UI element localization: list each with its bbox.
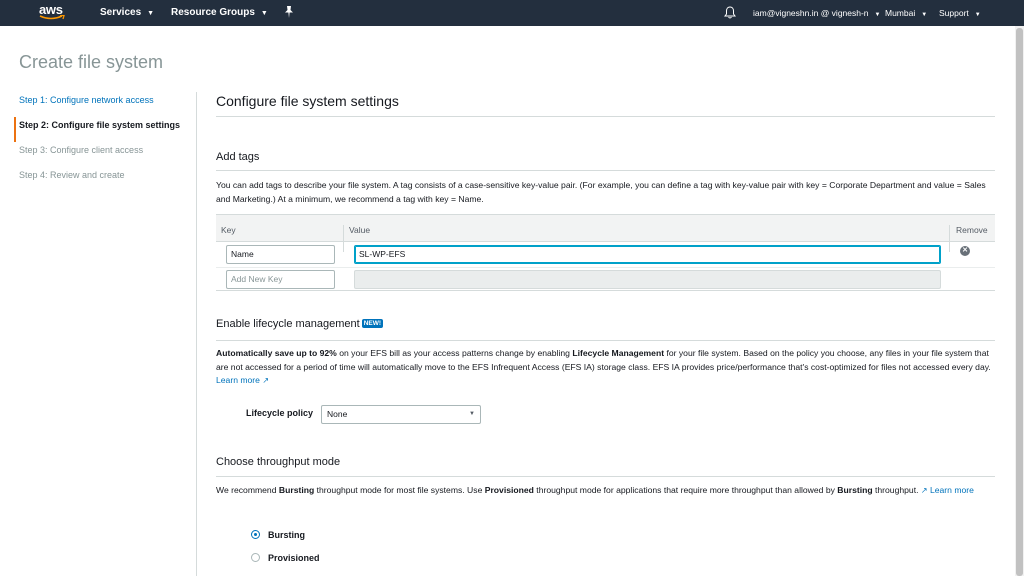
lifecycle-policy-value: None [327,409,348,419]
col-remove-header: Remove [956,225,988,235]
throughput-bold-1: Bursting [278,485,315,495]
chevron-down-icon: ▼ [147,10,155,17]
lifecycle-policy-select[interactable]: None ▼ [321,405,481,424]
scrollbar-thumb[interactable] [1016,28,1023,576]
new-badge: NEW! [361,319,384,328]
throughput-learn-more-link[interactable]: Learn more [930,485,974,495]
external-link-icon: ↗ [262,376,270,385]
resource-groups-label: Resource Groups [171,7,255,18]
remove-tag-icon[interactable]: ✕ [960,246,970,256]
page-scrollbar[interactable] [1015,26,1024,576]
external-link-icon: ↗ [920,486,928,495]
page-title: Create file system [19,52,164,72]
support-label: Support [939,8,969,18]
lifecycle-text-1: on your EFS bill as your access patterns… [336,348,573,358]
throughput-text-1: We recommend [216,485,279,495]
tag-key-input[interactable]: Name [226,245,335,264]
top-nav: aws Services ▼ Resource Groups ▼ iam@vigne… [0,0,1024,26]
services-label: Services [100,7,142,18]
pin-icon[interactable] [284,6,294,21]
bursting-radio[interactable] [251,530,260,539]
region-label: Mumbai [885,8,916,18]
col-value-header: Value [349,225,371,235]
services-menu[interactable]: Services ▼ [100,7,154,18]
aws-logo[interactable]: aws [38,2,66,22]
tags-table: Key Value Remove Name SL-WP-EFS ✕ Add Ne… [216,214,995,291]
row-divider [216,267,995,268]
lifecycle-divider [216,340,995,341]
heading-divider [216,116,995,117]
lifecycle-heading: Enable lifecycle management NEW! [216,318,384,330]
account-label: iam@vigneshn.in @ vignesh-n [753,8,869,18]
col-separator [949,225,950,252]
lifecycle-bold-savings: Automatically save up to 92% [216,348,337,358]
tags-divider [216,170,995,171]
lifecycle-description: Automatically save up to 92% on your EFS… [216,347,995,388]
new-tag-key-input[interactable]: Add New Key [226,270,335,289]
tags-table-header: Key Value Remove [216,215,995,252]
provisioned-radio[interactable] [251,553,260,562]
bursting-label[interactable]: Bursting [268,530,305,540]
section-heading: Configure file system settings [216,93,399,109]
throughput-text-2: throughput mode for most file systems. U… [314,485,485,495]
tag-value-input[interactable]: SL-WP-EFS [354,245,941,264]
lifecycle-learn-more-link[interactable]: Learn more [216,375,260,385]
chevron-down-icon: ▼ [921,12,928,18]
step-1-link[interactable]: Step 1: Configure network access [14,92,194,117]
resource-groups-menu[interactable]: Resource Groups ▼ [171,7,268,18]
smile-icon [39,15,65,20]
step-4-disabled: Step 4: Review and create [19,170,125,180]
chevron-down-icon: ▼ [974,12,981,18]
bell-icon[interactable] [724,6,736,22]
add-tags-heading: Add tags [216,151,260,163]
chevron-down-icon: ▼ [260,10,268,17]
chevron-down-icon: ▼ [469,411,475,417]
step-3-disabled: Step 3: Configure client access [19,145,144,155]
throughput-text-3: throughput mode for applications that re… [533,485,838,495]
support-menu[interactable]: Support ▼ [939,8,981,18]
account-menu[interactable]: iam@vigneshn.in @ vignesh-n ▼ [753,8,881,18]
throughput-description: We recommend Bursting throughput mode fo… [216,484,995,498]
provisioned-label[interactable]: Provisioned [268,553,320,563]
throughput-bold-3: Bursting [837,485,873,495]
new-tag-value-input [354,270,941,289]
lifecycle-heading-text: Enable lifecycle management [216,318,360,330]
throughput-heading: Choose throughput mode [216,456,341,468]
tags-description: You can add tags to describe your file s… [216,180,986,204]
col-key-header: Key [221,225,236,235]
sidebar-divider [196,92,197,576]
wizard-steps: Step 1: Configure network access Step 2:… [14,92,194,192]
col-separator [343,225,344,252]
region-menu[interactable]: Mumbai ▼ [885,8,927,18]
throughput-divider [216,476,995,477]
throughput-text-4: throughput. [872,485,921,495]
chevron-down-icon: ▼ [874,12,881,18]
throughput-bold-2: Provisioned [484,485,534,495]
step-2-current: Step 2: Configure file system settings [14,117,194,142]
lifecycle-policy-label: Lifecycle policy [246,408,314,418]
lifecycle-bold-lm: Lifecycle Management [572,348,665,358]
